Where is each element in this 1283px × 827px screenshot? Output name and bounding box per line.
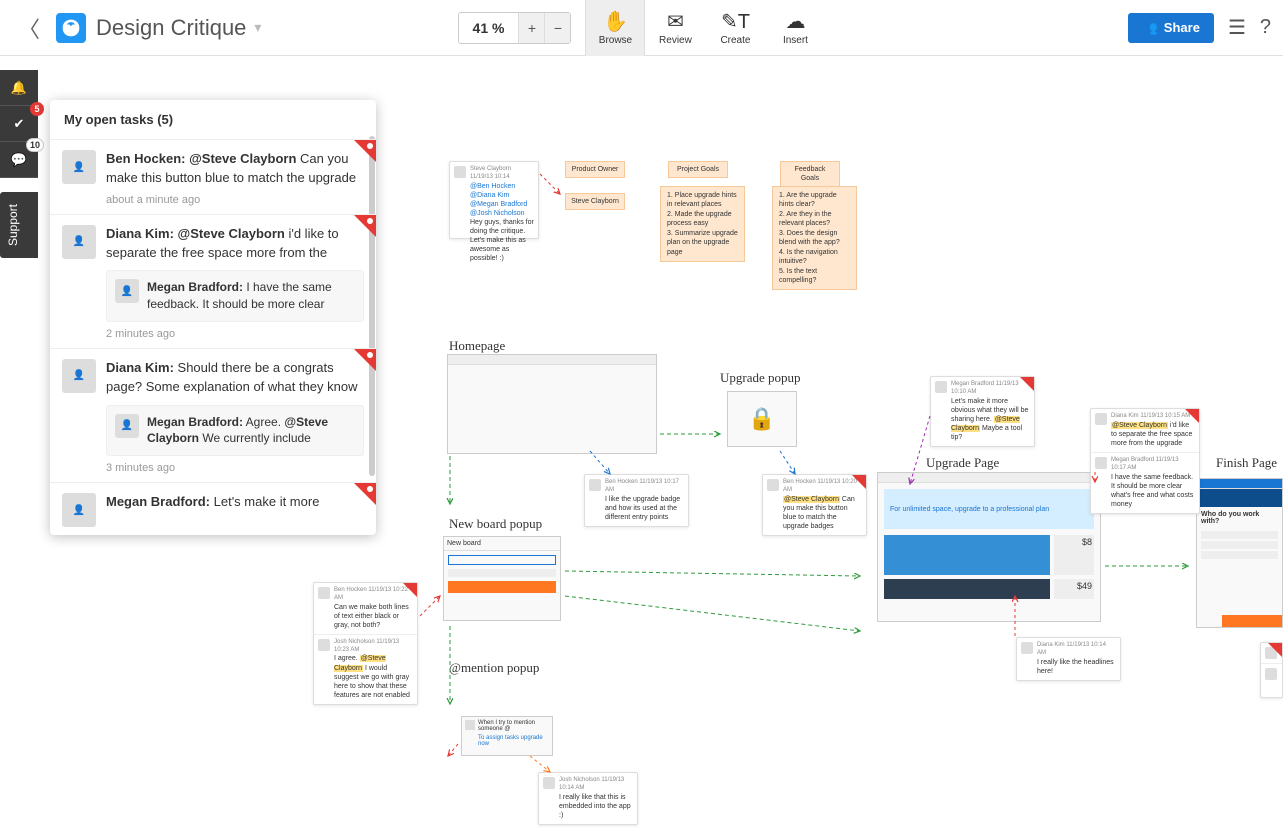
help-icon[interactable]: ?: [1260, 16, 1271, 39]
avatar: [1095, 413, 1107, 425]
canvas-comment[interactable]: Diana Kim 11/19/13 10:14 AMI really like…: [1016, 637, 1121, 681]
mode-create[interactable]: ✎T Create: [705, 0, 765, 56]
sticky-note[interactable]: Feedback Goals: [780, 161, 840, 188]
sticky-note[interactable]: Steve Clayborn: [565, 193, 625, 210]
canvas-mockup[interactable]: For unlimited space, upgrade to a profes…: [877, 472, 1101, 622]
section-label: Upgrade popup: [720, 370, 801, 386]
canvas-mockup[interactable]: 🔒: [727, 391, 797, 447]
mode-review[interactable]: ✉ Review: [645, 0, 705, 56]
canvas-comment[interactable]: Ben Hocken 11/19/13 10:17 AMI like the u…: [584, 474, 689, 527]
mode-insert[interactable]: ☁ Insert: [765, 0, 825, 56]
section-label: Finish Page: [1216, 455, 1277, 471]
sticky-note[interactable]: Project Goals: [668, 161, 728, 178]
people-icon: 👥: [1142, 20, 1158, 36]
zoom-control: 41 % + −: [458, 12, 572, 44]
zoom-in-button[interactable]: +: [518, 13, 544, 43]
app-logo-icon[interactable]: [56, 13, 86, 43]
canvas-comment[interactable]: [1260, 642, 1283, 698]
avatar: [589, 479, 601, 491]
section-label: Upgrade Page: [926, 455, 999, 471]
center-toolbar: 41 % + − ✋ Browse ✉ Review ✎T Create ☁ I…: [458, 0, 826, 55]
back-button[interactable]: 〈: [12, 8, 46, 48]
canvas-comment[interactable]: Ben Hocken 11/19/13 10:22 AMCan we make …: [313, 582, 418, 705]
cloud-upload-icon: ☁: [785, 9, 805, 33]
sticky-note[interactable]: 1. Are the upgrade hints clear? 2. Are t…: [772, 186, 857, 290]
canvas-mockup[interactable]: New board: [443, 536, 561, 621]
avatar: [1095, 457, 1107, 469]
canvas-mockup[interactable]: Who do you work with?: [1196, 478, 1283, 628]
right-toolbar: 👥 Share ☰ ?: [1128, 13, 1271, 43]
board-title: Design Critique: [96, 15, 246, 41]
avatar: [767, 479, 779, 491]
avatar: [318, 639, 330, 651]
top-toolbar: 〈 Design Critique ▾ 41 % + − ✋ Browse ✉ …: [0, 0, 1283, 56]
avatar: [454, 166, 466, 178]
section-label: @mention popup: [449, 660, 539, 676]
canvas-comment[interactable]: Diana Kim 11/19/13 10:15 AM@Steve Claybo…: [1090, 408, 1200, 514]
avatar: [543, 777, 555, 789]
canvas[interactable]: Steve Clayborn 11/19/13 10:14 @Ben Hocke…: [0, 56, 1283, 827]
zoom-value: 41 %: [459, 20, 519, 36]
sticky-note[interactable]: Product Owner: [565, 161, 625, 178]
hand-icon: ✋: [603, 9, 628, 33]
sticky-note[interactable]: 1. Place upgrade hints in relevant place…: [660, 186, 745, 262]
canvas-comment[interactable]: Josh Nicholson 11/19/13 10:14 AMI really…: [538, 772, 638, 825]
canvas-mockup[interactable]: When I try to mention someone @ To assig…: [461, 716, 553, 756]
canvas-comment[interactable]: Ben Hocken 11/19/13 10:20 AM@Steve Clayb…: [762, 474, 867, 536]
canvas-comment[interactable]: Steve Clayborn 11/19/13 10:14 @Ben Hocke…: [449, 161, 539, 239]
list-icon[interactable]: ☰: [1228, 15, 1246, 40]
avatar: [935, 381, 947, 393]
canvas-comment[interactable]: Megan Bradford 11/19/13 10:10 AMLet's ma…: [930, 376, 1035, 447]
canvas-mockup[interactable]: [447, 354, 657, 454]
share-button[interactable]: 👥 Share: [1128, 13, 1214, 43]
board-title-wrap[interactable]: Design Critique ▾: [96, 15, 261, 41]
avatar: [1021, 642, 1033, 654]
avatar: [1265, 668, 1277, 680]
zoom-out-button[interactable]: −: [544, 13, 570, 43]
section-label: New board popup: [449, 516, 542, 532]
section-label: Homepage: [449, 338, 505, 354]
avatar: [318, 587, 330, 599]
review-icon: ✉: [667, 9, 684, 33]
mode-browse[interactable]: ✋ Browse: [585, 0, 645, 56]
create-icon: ✎T: [721, 9, 750, 33]
chevron-down-icon: ▾: [254, 19, 261, 36]
